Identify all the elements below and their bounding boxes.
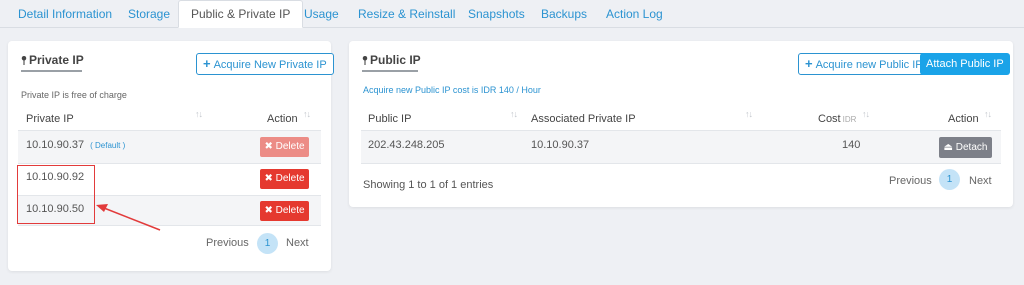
table-divider	[18, 225, 321, 226]
public-ip-value: 202.43.248.205	[368, 139, 445, 151]
sort-arrows-icon[interactable]: ↑↓	[745, 109, 753, 119]
tab-public-private-ip[interactable]: Public & Private IP	[178, 0, 304, 28]
acquire-private-ip-label: Acquire New Private IP	[213, 59, 327, 71]
public-ip-title: Public IP	[362, 53, 421, 67]
map-pin-icon	[21, 56, 27, 65]
pagination-previous[interactable]: Previous	[889, 175, 932, 187]
plus-icon: +	[203, 56, 211, 71]
public-ip-title-underline	[362, 70, 418, 72]
acquire-public-ip-label: Acquire new Public IP	[815, 59, 923, 71]
x-icon: ✖	[264, 205, 273, 216]
delete-button[interactable]: ✖ Delete	[260, 169, 309, 189]
private-ip-note: Private IP is free of charge	[21, 90, 127, 100]
annotation-highlight-box	[17, 165, 95, 224]
pagination-next[interactable]: Next	[286, 237, 309, 249]
column-header-public-ip[interactable]: Public IP	[368, 113, 411, 125]
delete-label: Delete	[275, 205, 305, 216]
private-ip-title-text: Private IP	[29, 53, 84, 67]
sort-arrows-icon[interactable]: ↑↓	[510, 109, 518, 119]
column-header-action: Action	[948, 113, 979, 125]
tab-bar: Detail Information Storage Public & Priv…	[0, 0, 1024, 28]
x-icon: ✖	[264, 141, 273, 152]
tab-resize-reinstall[interactable]: Resize & Reinstall	[358, 0, 455, 28]
map-pin-icon	[362, 56, 368, 65]
tab-snapshots[interactable]: Snapshots	[468, 0, 525, 28]
cost-unit-label: IDR	[842, 115, 857, 124]
sort-arrows-icon: ↑↓	[303, 109, 311, 119]
detach-label: Detach	[955, 142, 988, 153]
pagination-previous[interactable]: Previous	[206, 237, 249, 249]
public-ip-title-text: Public IP	[370, 53, 421, 67]
column-header-action: Action	[267, 113, 298, 125]
column-header-private-ip[interactable]: Private IP	[26, 113, 74, 125]
pagination-page-1[interactable]: 1	[939, 169, 960, 190]
delete-label: Delete	[275, 141, 305, 152]
tab-detail-information[interactable]: Detail Information	[18, 0, 112, 28]
table-row	[361, 131, 1001, 163]
acquire-public-ip-button[interactable]: + Acquire new Public IP	[798, 53, 930, 75]
table-divider	[18, 163, 321, 164]
pagination-page-1[interactable]: 1	[257, 233, 278, 254]
detach-button[interactable]: ⏏ Detach	[939, 137, 992, 158]
sort-arrows-icon[interactable]: ↑↓	[862, 109, 870, 119]
tab-backups[interactable]: Backups	[541, 0, 587, 28]
sort-arrows-icon[interactable]: ↑↓	[195, 109, 203, 119]
delete-label: Delete	[275, 173, 305, 184]
eject-icon: ⏏	[943, 142, 953, 153]
x-icon: ✖	[264, 173, 273, 184]
delete-button[interactable]: ✖ Delete	[260, 201, 309, 221]
tab-storage[interactable]: Storage	[128, 0, 170, 28]
associated-private-ip-value: 10.10.90.37	[531, 139, 590, 151]
pagination-next[interactable]: Next	[969, 175, 992, 187]
private-ip-title-underline	[21, 70, 82, 72]
annotation-arrow-icon	[96, 204, 161, 231]
attach-public-ip-button[interactable]: Attach Public IP	[920, 53, 1010, 75]
plus-icon: +	[805, 56, 813, 71]
tab-usage[interactable]: Usage	[304, 0, 339, 28]
acquire-private-ip-button[interactable]: + Acquire New Private IP	[196, 53, 334, 75]
table-entries-info: Showing 1 to 1 of 1 entries	[363, 179, 494, 191]
tab-action-log[interactable]: Action Log	[606, 0, 663, 28]
sort-arrows-icon: ↑↓	[984, 109, 992, 119]
public-ip-card: Public IP + Acquire new Public IP Attach …	[349, 41, 1013, 207]
cost-header-label: Cost	[818, 113, 841, 125]
public-ip-cost-note: Acquire new Public IP cost is IDR 140 / …	[363, 85, 541, 95]
cost-value: 140	[842, 139, 861, 151]
table-divider	[361, 163, 1001, 164]
private-ip-value: 10.10.90.37	[26, 139, 85, 151]
private-ip-title: Private IP	[21, 53, 84, 67]
column-header-associated-private-ip[interactable]: Associated Private IP	[531, 113, 636, 125]
delete-button-disabled: ✖ Delete	[260, 137, 309, 157]
private-ip-card: Private IP + Acquire New Private IP Priva…	[8, 41, 334, 271]
private-ip-cell: 10.10.90.37 ( Default )	[26, 139, 125, 151]
default-tag: ( Default )	[90, 141, 126, 150]
column-header-cost[interactable]: Cost IDR	[818, 113, 856, 125]
